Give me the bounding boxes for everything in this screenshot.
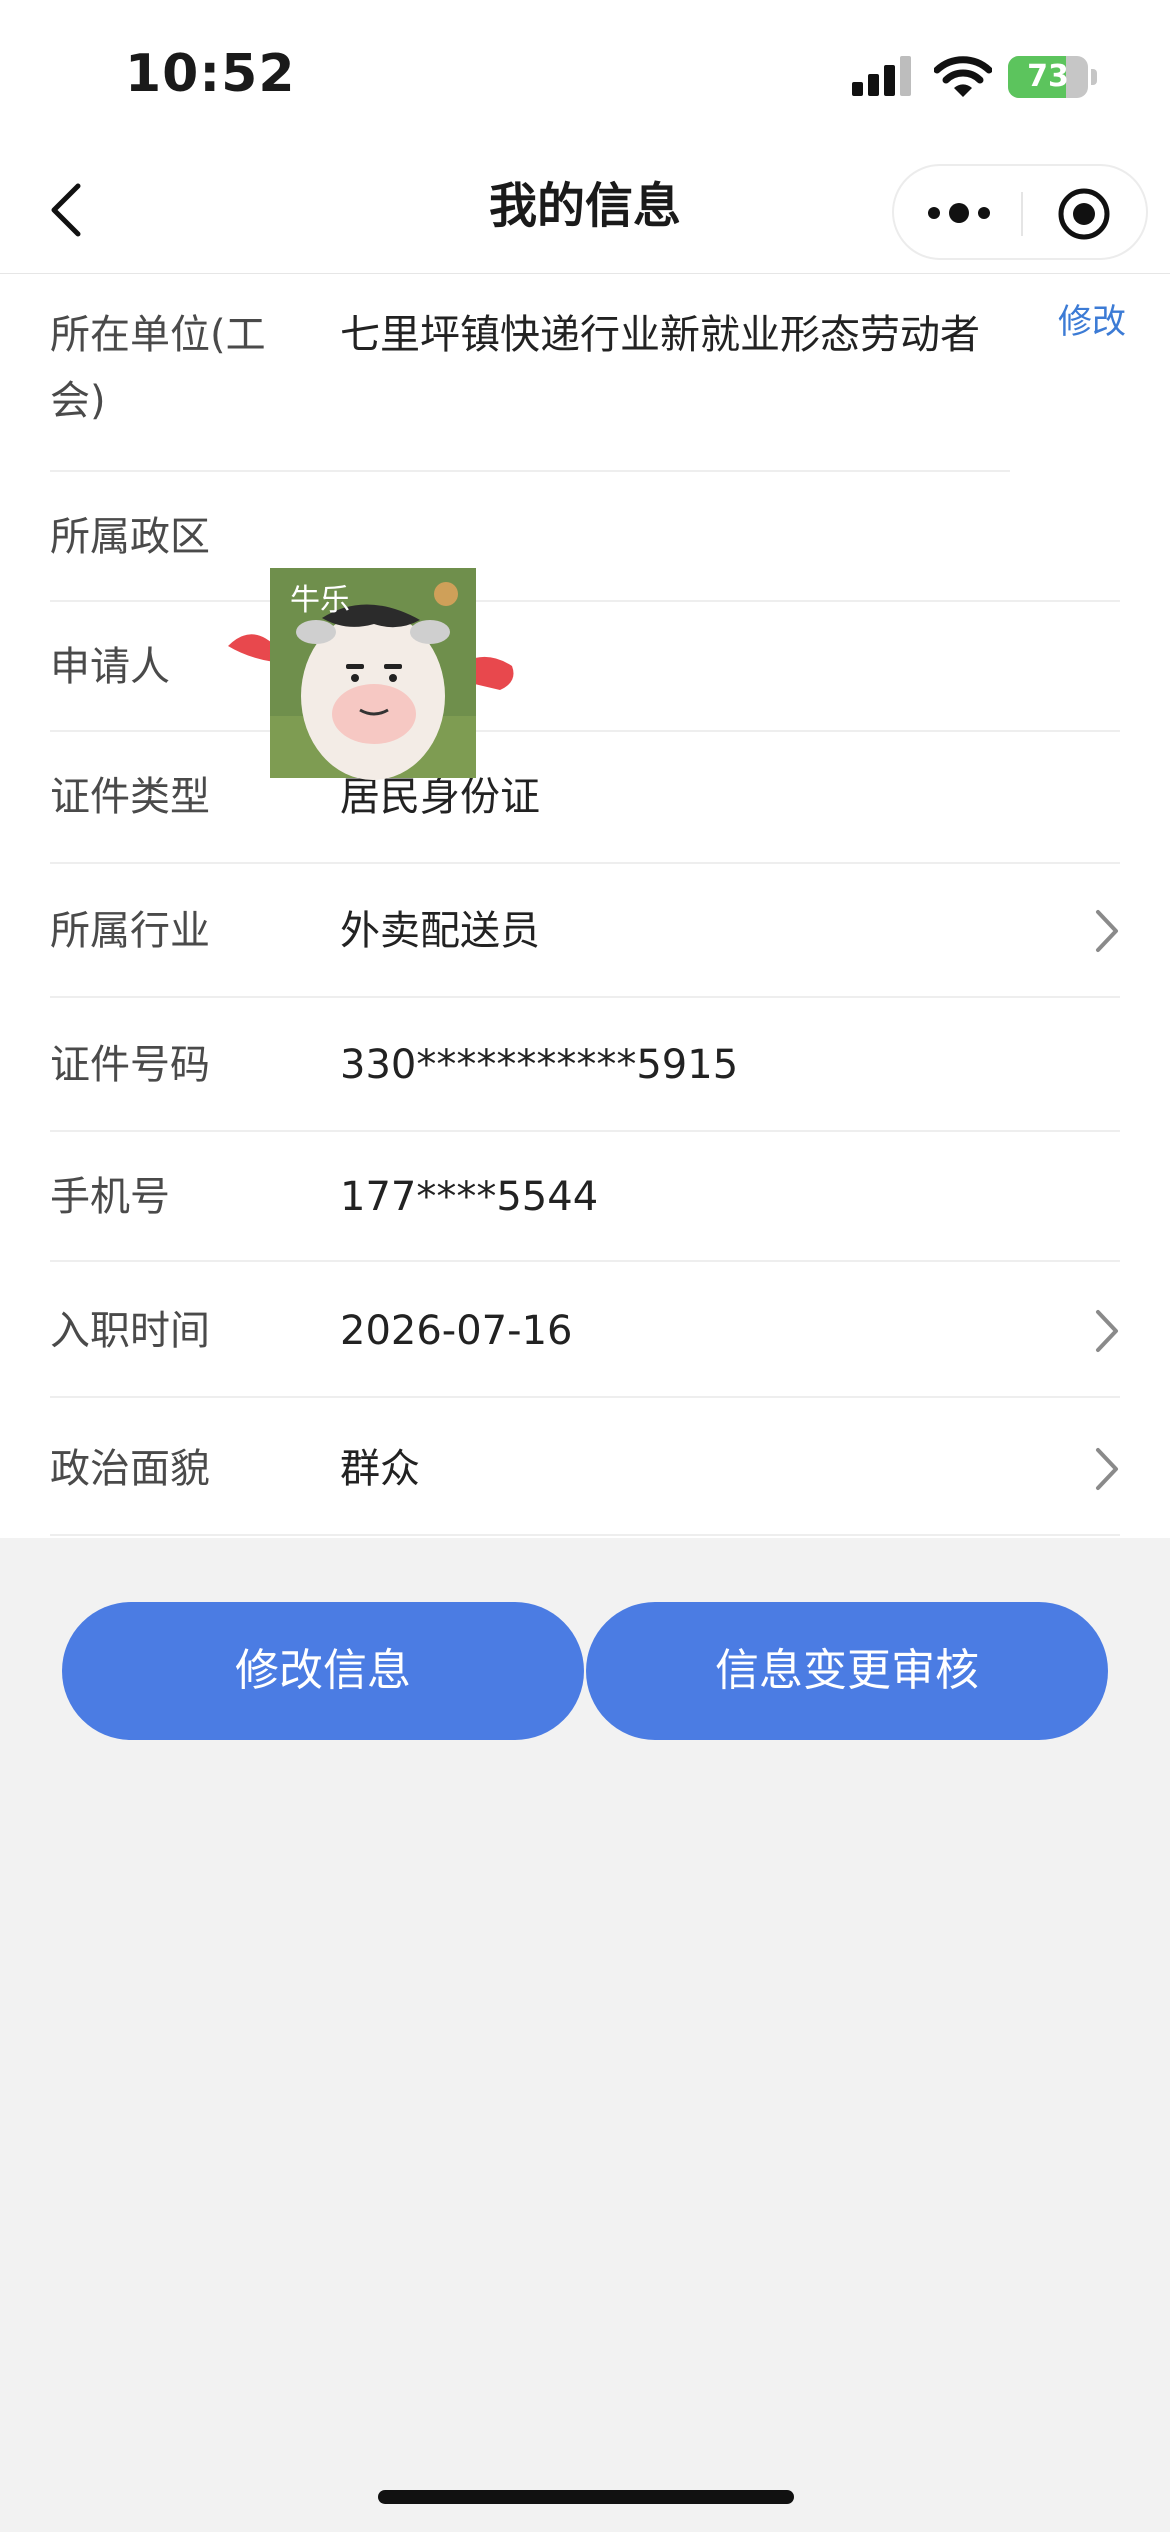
back-arrow-icon[interactable] (46, 180, 86, 240)
info-row-industry[interactable]: 所属行业 外卖配送员 (50, 864, 1120, 998)
mini-program-capsule (892, 164, 1148, 260)
info-row-id-number: 证件号码 330***********5915 (50, 998, 1120, 1132)
row-label: 政治面貌 (50, 1446, 210, 1492)
cellular-signal-icon (852, 56, 911, 96)
info-card: 修改 所在单位(工会) 七里坪镇快递行业新就业形态劳动者 所属政区 申请人 证件… (0, 274, 1170, 1538)
cow-sticker-image: 牛乐 (228, 568, 514, 780)
info-row-hire-date[interactable]: 入职时间 2026-07-16 (50, 1262, 1120, 1398)
nav-bar: 我的信息 (0, 150, 1170, 274)
info-row-id-type: 证件类型 居民身份证 (50, 732, 1120, 864)
edit-unit-link[interactable]: 修改 (1058, 294, 1126, 343)
info-row-unit: 所在单位(工会) 七里坪镇快递行业新就业形态劳动者 (50, 274, 1010, 472)
battery-cap (1091, 69, 1097, 85)
row-label: 证件号码 (50, 1042, 210, 1088)
page: 10:52 73 我的信息 修改 所在单位(工会) 七里坪镇快递行业新就业形态劳… (0, 0, 1170, 2532)
close-mini-program-icon[interactable] (1056, 186, 1112, 242)
chevron-right-icon (1096, 1310, 1118, 1352)
battery-icon: 73 (1008, 56, 1088, 98)
home-indicator (378, 2490, 794, 2504)
capsule-divider (1021, 192, 1023, 236)
info-row-applicant: 申请人 (50, 602, 1120, 732)
row-value: 330***********5915 (340, 1042, 739, 1088)
info-row-region[interactable]: 所属政区 (50, 472, 1120, 602)
status-bar: 10:52 73 (0, 0, 1170, 150)
chevron-right-icon (1096, 1448, 1118, 1490)
row-value: 群众 (340, 1446, 420, 1492)
row-value: 2026-07-16 (340, 1308, 573, 1354)
row-label: 手机号 (50, 1174, 170, 1220)
row-label: 所属行业 (50, 908, 210, 954)
row-label: 入职时间 (50, 1308, 210, 1354)
wifi-icon (934, 56, 992, 97)
sticker-overlay: 牛乐 (228, 566, 518, 788)
row-value: 七里坪镇快递行业新就业形态劳动者 (340, 312, 980, 358)
row-value: 外卖配送员 (340, 908, 540, 954)
battery-percent: 73 (1027, 59, 1069, 94)
info-row-political-status[interactable]: 政治面貌 群众 (50, 1398, 1120, 1536)
edit-info-button[interactable]: 修改信息 (62, 1602, 584, 1740)
status-time: 10:52 (125, 44, 296, 104)
more-dots-icon[interactable] (924, 188, 994, 238)
change-review-button[interactable]: 信息变更审核 (586, 1602, 1108, 1740)
row-value: 177****5544 (340, 1174, 599, 1220)
row-label: 所在单位(工会) (50, 312, 266, 424)
info-row-phone: 手机号 177****5544 (50, 1132, 1120, 1262)
sticker-caption: 牛乐 (290, 583, 350, 618)
row-label: 所属政区 (50, 514, 210, 560)
chevron-right-icon (1096, 910, 1118, 952)
